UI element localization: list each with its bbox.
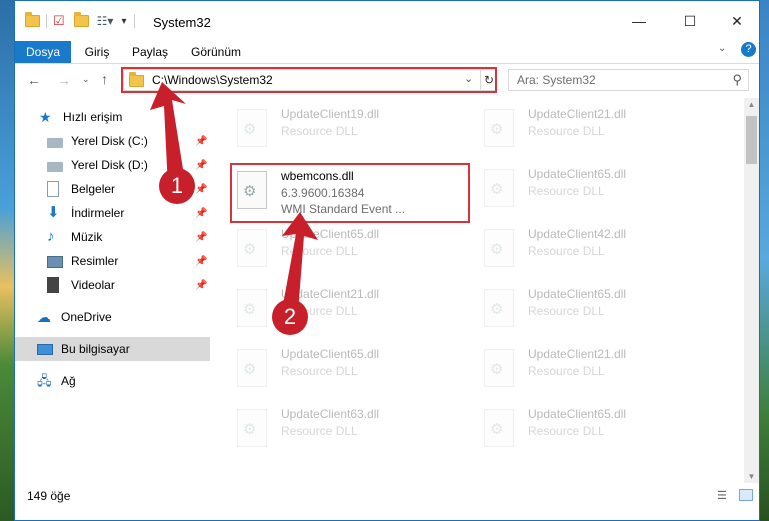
step-badge-2: 2 xyxy=(272,299,308,335)
arrow-2-shape xyxy=(282,212,318,312)
annotation-arrows xyxy=(150,82,318,312)
step-badge-1: 1 xyxy=(159,168,195,204)
